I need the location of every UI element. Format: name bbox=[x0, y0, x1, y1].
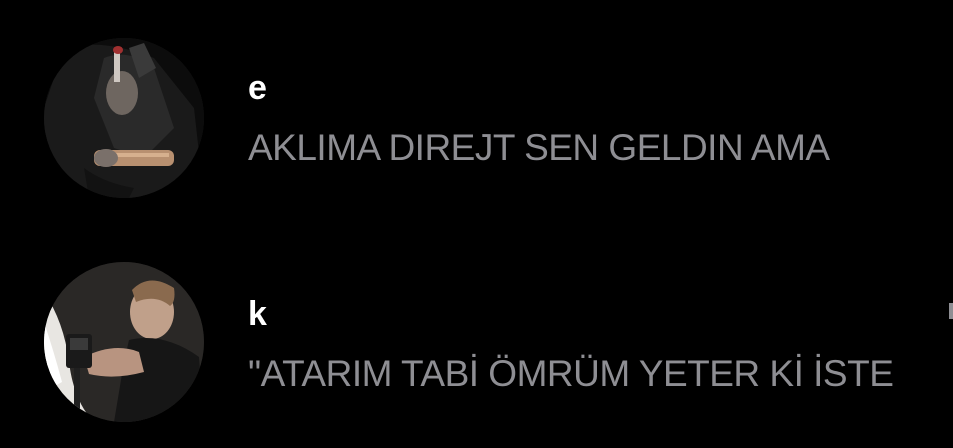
message-preview: "ATARIM TABİ ÖMRÜM YETER Kİ İSTE bbox=[248, 353, 894, 394]
timestamp-edge bbox=[949, 303, 953, 319]
contact-name: k bbox=[248, 295, 267, 333]
conversation-row[interactable]: e AKLIMA DIREJT SEN GELDIN AMA bbox=[0, 38, 953, 198]
message-preview: AKLIMA DIREJT SEN GELDIN AMA bbox=[248, 127, 830, 168]
avatar[interactable] bbox=[44, 262, 204, 422]
contact-name: e bbox=[248, 69, 267, 107]
profile-photo-icon bbox=[44, 262, 204, 422]
conversation-row[interactable]: k "ATARIM TABİ ÖMRÜM YETER Kİ İSTE bbox=[0, 262, 953, 422]
avatar[interactable] bbox=[44, 38, 204, 198]
conversation-list: e AKLIMA DIREJT SEN GELDIN AMA k "ATARIM… bbox=[0, 0, 953, 448]
profile-photo-icon bbox=[44, 38, 204, 198]
